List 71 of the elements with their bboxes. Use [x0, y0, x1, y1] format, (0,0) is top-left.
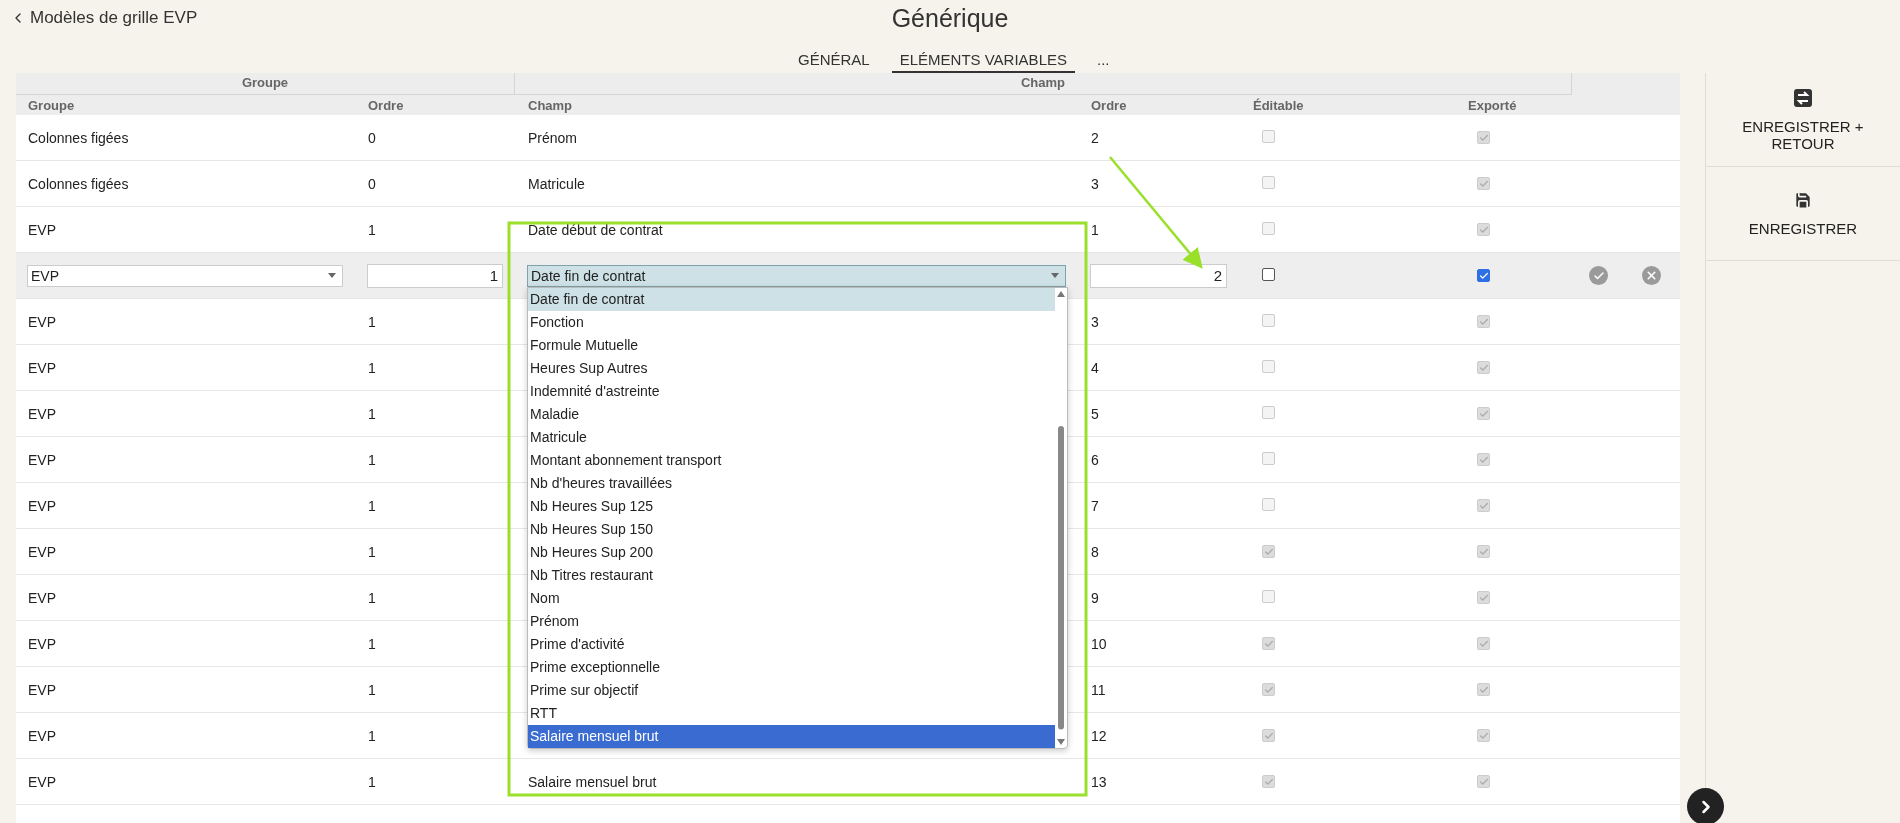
- table-cell-text: 9: [1090, 589, 1100, 606]
- tab[interactable]: GÉNÉRAL: [790, 51, 878, 73]
- table-cell-text: EVP: [27, 405, 57, 422]
- table-cell-text: 1: [367, 681, 377, 698]
- save-button[interactable]: ENREGISTRER + RETOUR: [1706, 73, 1900, 167]
- table-cell-text: 4: [1090, 359, 1100, 376]
- field-order-input[interactable]: 2: [1090, 263, 1227, 288]
- table-cell-text: 1: [367, 313, 377, 330]
- table-cell-text: Prénom: [527, 129, 579, 146]
- table-cell-text: Date début de contrat: [527, 221, 664, 238]
- column-header: Ordre: [367, 97, 405, 113]
- save-icon: [1793, 190, 1813, 210]
- table-cell-text: 1: [367, 773, 377, 790]
- table-cell-text: 0: [367, 175, 377, 192]
- close-icon[interactable]: [1642, 266, 1661, 285]
- table-cell-text: 1: [367, 359, 377, 376]
- next-button[interactable]: [1687, 788, 1724, 823]
- table-cell-text: 3: [1090, 313, 1100, 330]
- checkbox[interactable]: [1477, 269, 1490, 282]
- table-cell-text: EVP: [27, 359, 57, 376]
- table-cell-text: Colonnes figées: [27, 129, 130, 146]
- checkbox[interactable]: [1262, 267, 1275, 281]
- dropdown-option[interactable]: Salaire mensuel brut: [528, 724, 1055, 748]
- table-cell-text: 3: [1090, 175, 1100, 192]
- table-cell-text: 1: [367, 451, 377, 468]
- table-cell-text: EVP: [27, 635, 57, 652]
- table-cell-text: 1: [367, 405, 377, 422]
- table-cell-text: EVP: [27, 313, 57, 330]
- table-cell-text: 1: [1090, 221, 1100, 238]
- table-cell-text: 6: [1090, 451, 1100, 468]
- table-cell-text: EVP: [27, 497, 57, 514]
- back-link[interactable]: Modèles de grille EVP: [10, 8, 892, 28]
- group-select[interactable]: EVP: [27, 264, 343, 287]
- table-cell-text: EVP: [27, 681, 57, 698]
- field-select[interactable]: Date fin de contrat: [527, 264, 1066, 287]
- column-header: Exporté: [1467, 97, 1518, 113]
- order-input[interactable]: 1: [367, 263, 503, 288]
- table-cell-text: 1: [367, 727, 377, 744]
- table-cell-text: 12: [1090, 727, 1108, 744]
- table-cell-text: EVP: [27, 221, 57, 238]
- table-cell-text: 11: [1090, 681, 1107, 698]
- table-cell-text: EVP: [27, 543, 57, 560]
- page-title: Générique: [891, 4, 1009, 33]
- column-header: Champ: [527, 97, 574, 113]
- column-header: Groupe: [27, 97, 76, 113]
- table-cell-text: 1: [367, 589, 377, 606]
- dropdown-option[interactable]: Date fin de contrat: [528, 287, 1055, 311]
- table-cell-text: Salaire mensuel brut: [527, 773, 658, 790]
- table-cell-text: 7: [1090, 497, 1100, 514]
- table-cell-text: 1: [367, 497, 377, 514]
- save-button[interactable]: ENREGISTRER: [1706, 167, 1900, 261]
- table-cell-text: 13: [1090, 773, 1108, 790]
- table-cell-text: 5: [1090, 405, 1100, 422]
- table-cell-text: 0: [367, 129, 377, 146]
- table-cell-text: 2: [1090, 129, 1100, 146]
- table-cell-text: EVP: [27, 451, 57, 468]
- table-cell-text: EVP: [27, 589, 57, 606]
- table-cell-text: 10: [1090, 635, 1108, 652]
- table-cell-text: 1: [367, 543, 377, 560]
- validate-icon[interactable]: [1589, 266, 1608, 285]
- table-cell-text: Colonnes figées: [27, 175, 130, 192]
- column-header: Éditable: [1252, 97, 1305, 113]
- table-cell-text: 1: [367, 635, 377, 652]
- table-cell-text: EVP: [27, 773, 57, 790]
- table-cell-text: EVP: [27, 727, 57, 744]
- table-cell-text: Matricule: [527, 175, 586, 192]
- column-header: Ordre: [1090, 97, 1128, 113]
- table-cell-text: 8: [1090, 543, 1100, 560]
- save-return-icon: [1793, 87, 1813, 108]
- table-cell-text: 1: [367, 221, 377, 238]
- tab[interactable]: ...: [1089, 51, 1118, 73]
